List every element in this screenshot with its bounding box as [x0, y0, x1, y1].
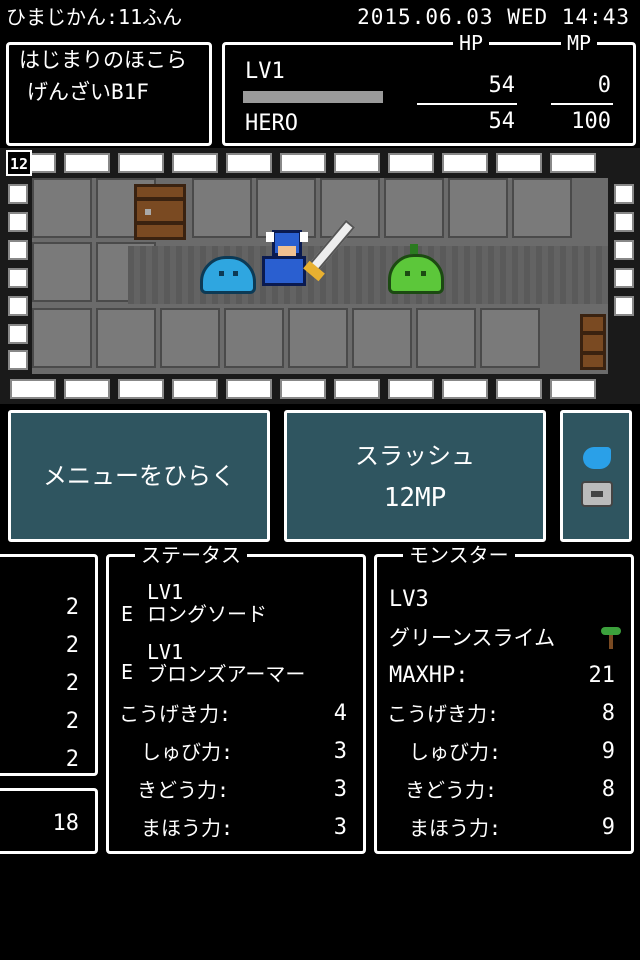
mp-current: 0 — [597, 73, 611, 98]
open-menu-button[interactable]: メニューをひらく — [8, 410, 270, 542]
armor-equipped-marker: E — [121, 660, 134, 684]
skill-name: スラッシュ — [355, 442, 475, 470]
monster-level: LV3 — [389, 587, 429, 612]
right-wall — [608, 178, 638, 374]
monster-stat-value: 8 — [601, 777, 615, 802]
green-slime-icon[interactable] — [388, 254, 444, 294]
left-stat-value: 2 — [65, 747, 79, 772]
hp-max: 54 — [488, 109, 516, 134]
skill-button[interactable]: スラッシュ 12MP — [284, 410, 546, 542]
hp-label: HP — [453, 31, 490, 55]
hero-stat-value: 3 — [333, 739, 347, 764]
mp-max: 100 — [571, 109, 611, 134]
hero-stat-label: まほう力: — [141, 816, 234, 840]
sprout-icon — [410, 244, 418, 254]
weapon-equipped-marker: E — [121, 602, 134, 626]
door-icon[interactable] — [134, 184, 186, 240]
bird-icon — [583, 447, 611, 469]
monster-name: グリーンスライム — [389, 626, 556, 650]
left-total-panel: 18 — [0, 788, 98, 854]
hero-level: LV1 — [245, 59, 285, 84]
sprout-icon — [601, 627, 621, 649]
monster-stat-label: きどう力: — [405, 778, 498, 802]
status-title: ステータス — [135, 543, 247, 567]
left-wall — [2, 178, 32, 374]
door-icon[interactable] — [580, 314, 606, 370]
top-wall — [0, 148, 640, 178]
hero-stat-value: 3 — [333, 777, 347, 802]
hero-panel: HP MP LV1 HERO 54 54 0 100 — [222, 31, 636, 146]
dungeon-name: はじまりのほこら — [19, 48, 187, 72]
left-stat-value: 2 — [65, 633, 79, 658]
hero-name: HERO — [245, 111, 298, 136]
elapsed-time: ひまじかん:11ふん — [6, 5, 183, 29]
sword-icon — [300, 214, 364, 286]
exp-bar-fill — [243, 91, 383, 103]
mp-divider — [551, 103, 613, 105]
left-stat-value: 2 — [65, 671, 79, 696]
camera-icon — [581, 481, 613, 507]
skill-cost: 12MP — [383, 483, 447, 513]
weapon-name: ロングソード — [147, 602, 267, 626]
hero-stat-label: こうげき力: — [119, 702, 232, 726]
monster-stat-value: 9 — [601, 815, 615, 840]
left-total: 18 — [52, 811, 80, 836]
monster-title: モンスター — [403, 543, 515, 567]
armor-name: ブロンズアーマー — [147, 662, 306, 686]
monster-maxhp-value: 21 — [588, 663, 616, 688]
current-floor: げんざいB1F — [27, 80, 149, 104]
hp-current: 54 — [488, 73, 516, 98]
monster-stat-label: まほう力: — [409, 816, 502, 840]
twitter-share-button[interactable] — [560, 410, 632, 542]
monster-stat-label: こうげき力: — [387, 702, 500, 726]
location-panel: はじまりのほこら げんざいB1F — [6, 42, 212, 146]
hero-stat-label: しゅび力: — [141, 740, 234, 764]
monster-panel: モンスター LV3 グリーンスライム MAXHP: 21 こうげき力: 8 しゅび力… — [374, 543, 634, 854]
hero-stat-value: 4 — [333, 701, 347, 726]
status-panel: ステータス E LV1 ロングソード E LV1 ブロンズアーマー こうげき力:… — [106, 543, 366, 854]
datetime: 2015.06.03 WED 14:43 — [357, 5, 630, 29]
monster-stat-value: 9 — [601, 739, 615, 764]
hero-stat-value: 3 — [333, 815, 347, 840]
bottom-wall — [0, 374, 640, 404]
monster-stat-label: しゅび力: — [409, 740, 502, 764]
hero-stat-label: きどう力: — [137, 778, 230, 802]
hp-divider — [417, 103, 517, 105]
monster-maxhp-label: MAXHP: — [389, 663, 469, 688]
left-stat-value: 2 — [65, 595, 79, 620]
floor-badge: 12 — [6, 150, 32, 176]
mp-label: MP — [561, 31, 598, 55]
monster-stat-value: 8 — [601, 701, 615, 726]
open-menu-label: メニューをひらく — [43, 462, 235, 490]
left-stat-value: 2 — [65, 709, 79, 734]
left-stats-panel: 2 2 2 2 2 — [0, 554, 98, 776]
left-stats-values: 2 2 2 2 2 — [66, 589, 79, 779]
exp-bar — [243, 91, 383, 103]
